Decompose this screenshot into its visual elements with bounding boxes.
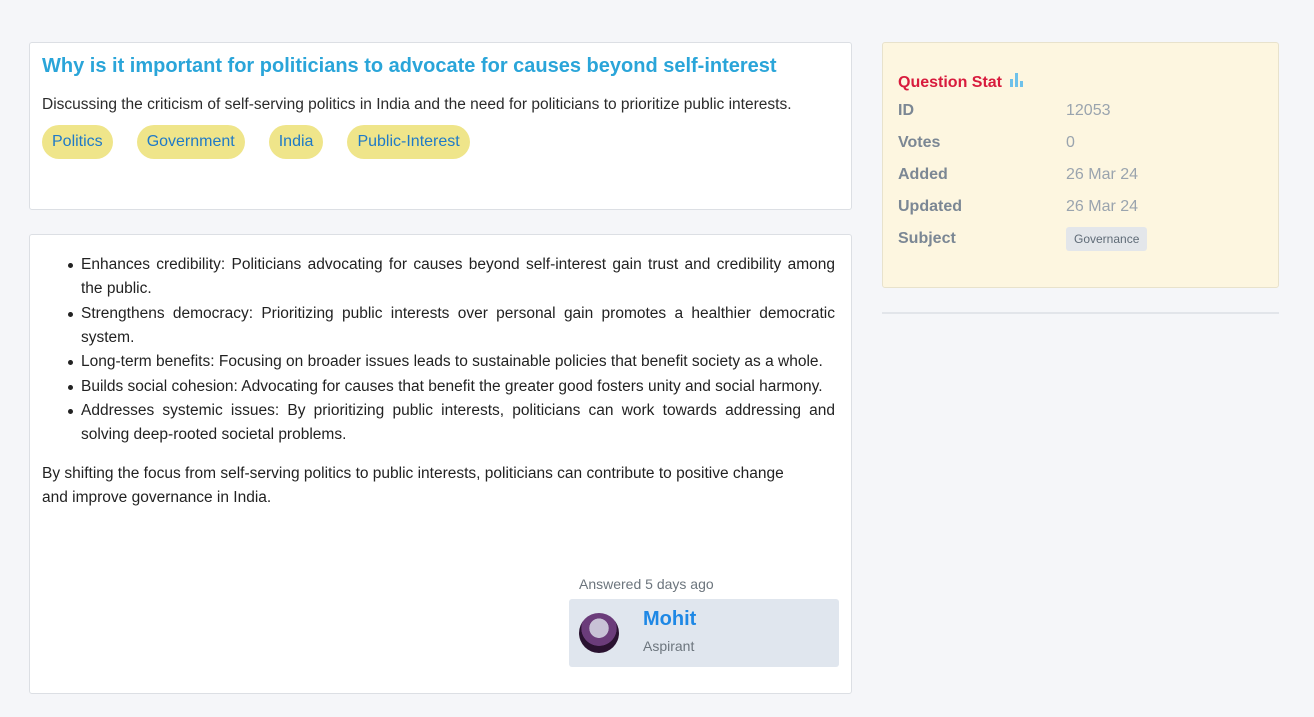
tag-government[interactable]: Government: [136, 125, 245, 159]
question-card: Why is it important for politicians to a…: [29, 42, 852, 210]
answer-conclusion: By shifting the focus from self-serving …: [42, 465, 784, 506]
answer-points: Enhances credibility: Politicians advoca…: [68, 253, 835, 447]
stat-row-id: ID 12053: [898, 95, 1263, 127]
stat-value-updated: 26 Mar 24: [1066, 198, 1139, 215]
subject-badge[interactable]: Governance: [1066, 227, 1148, 251]
bar-chart-icon: [1010, 73, 1024, 87]
stat-value-id: 12053: [1066, 102, 1111, 119]
stat-value-votes: 0: [1066, 134, 1075, 151]
divider: [882, 312, 1279, 314]
stat-label: Updated: [898, 198, 962, 215]
question-description: Discussing the criticism of self-serving…: [42, 96, 792, 113]
question-title: Why is it important for politicians to a…: [42, 55, 777, 77]
stat-row-updated: Updated 26 Mar 24: [898, 191, 1263, 223]
stat-label: Subject: [898, 230, 956, 247]
answer-point: Addresses systemic issues: By prioritizi…: [68, 399, 835, 447]
stat-value-added: 26 Mar 24: [1066, 166, 1139, 183]
answer-point: Builds social cohesion: Advocating for c…: [68, 375, 835, 399]
answer-point: Long-term benefits: Focusing on broader …: [68, 350, 835, 374]
author-card: Mohit Aspirant: [569, 599, 839, 667]
author-name-link[interactable]: Mohit: [643, 608, 696, 631]
tag-india[interactable]: India: [268, 125, 324, 159]
answer-card: Enhances credibility: Politicians advoca…: [29, 234, 852, 694]
tag-list: Politics Government India Public-Interes…: [42, 125, 839, 159]
answer-point: Enhances credibility: Politicians advoca…: [68, 253, 835, 301]
question-stat-card: Question Stat ID 12053 Votes 0 Added 26 …: [882, 42, 1279, 288]
tag-politics[interactable]: Politics: [42, 125, 113, 159]
answer-point: Strengthens democracy: Prioritizing publ…: [68, 302, 835, 350]
stat-label: Votes: [898, 134, 941, 151]
stat-row-added: Added 26 Mar 24: [898, 159, 1263, 191]
stat-row-votes: Votes 0: [898, 127, 1263, 159]
tag-public-interest[interactable]: Public-Interest: [347, 125, 470, 159]
stat-label: Added: [898, 166, 948, 183]
avatar[interactable]: [579, 613, 619, 653]
author-role: Aspirant: [643, 638, 695, 654]
stat-rows: ID 12053 Votes 0 Added 26 Mar 24 Updated…: [898, 95, 1263, 255]
stat-row-subject: Subject Governance: [898, 223, 1263, 255]
stat-title: Question Stat: [898, 74, 1003, 91]
stat-label: ID: [898, 102, 914, 119]
stat-title-row: Question Stat: [898, 73, 1263, 93]
answered-timestamp: Answered 5 days ago: [579, 576, 714, 592]
